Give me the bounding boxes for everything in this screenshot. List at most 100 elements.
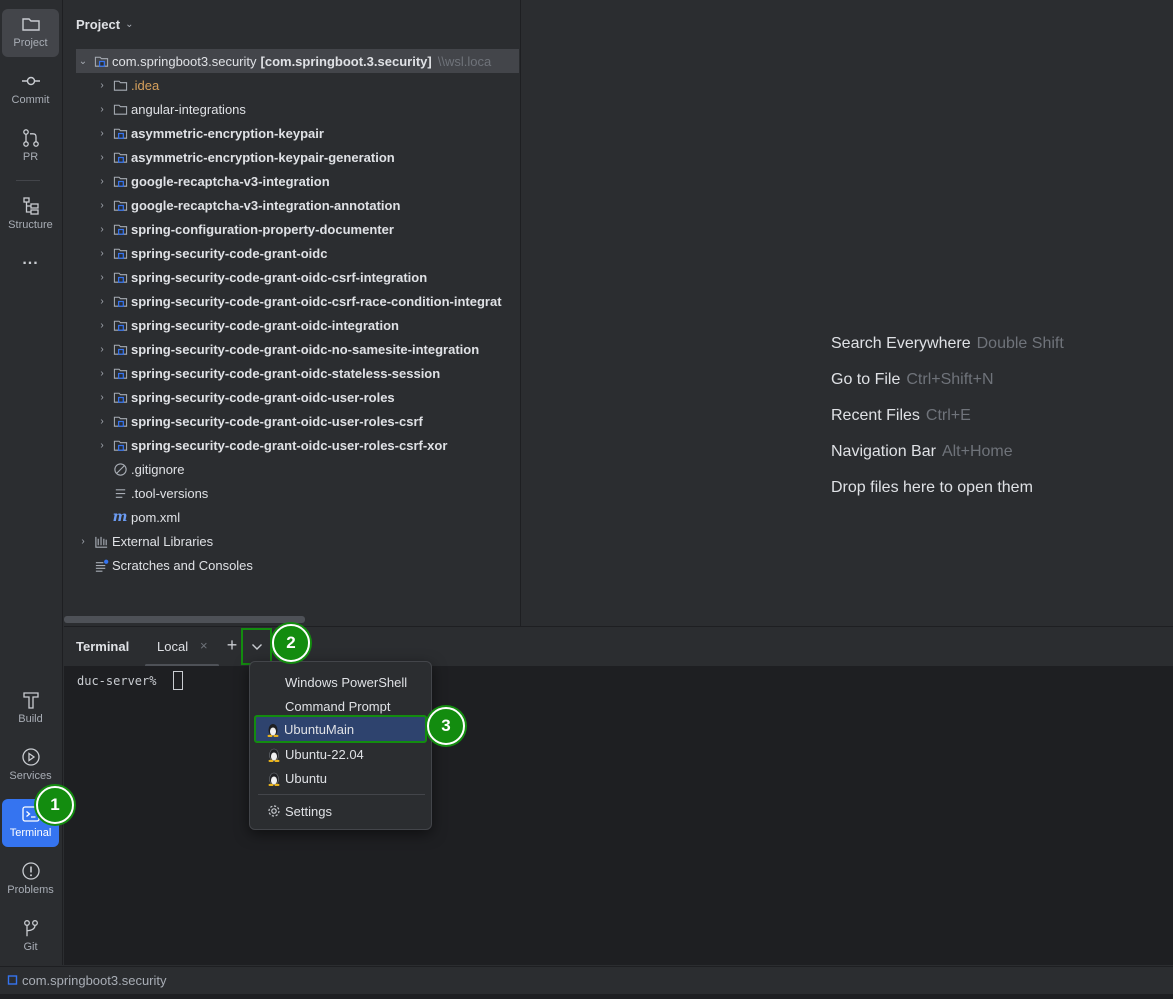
tree-item-label: spring-security-code-grant-oidc-user-rol… [131, 413, 423, 429]
project-panel-title: Project [76, 16, 121, 32]
tree-item-module[interactable]: › spring-security-code-grant-oidc-user-r… [76, 409, 519, 433]
horizontal-scrollbar[interactable] [64, 616, 305, 623]
gear-icon [263, 804, 285, 818]
chevron-right-icon[interactable]: › [95, 80, 109, 91]
hint-shortcut: Double Shift [976, 335, 1064, 352]
menu-item-label: Windows PowerShell [285, 674, 408, 690]
module-folder-icon [93, 53, 109, 69]
tree-item-external-libraries[interactable]: › External Libraries [76, 529, 519, 553]
tree-item-module[interactable]: › spring-security-code-grant-oidc-csrf-r… [76, 289, 519, 313]
chevron-down-icon[interactable]: ⌄ [76, 56, 90, 67]
tree-item-module[interactable]: › google-recaptcha-v3-integration-annota… [76, 193, 519, 217]
module-folder-icon [112, 149, 128, 165]
hint-drop-files: Drop files here to open them [831, 479, 1033, 497]
hint-navigation-bar: Navigation Bar Alt+Home [831, 443, 1013, 461]
chevron-right-icon[interactable]: › [95, 176, 109, 187]
tree-root-path: \\wsl.loca [437, 53, 492, 69]
structure-icon [22, 197, 39, 215]
chevron-right-icon[interactable]: › [95, 296, 109, 307]
more-tools-button[interactable]: ... [2, 250, 59, 276]
tree-item-label: Scratches and Consoles [112, 557, 253, 573]
terminal-title: Terminal [76, 639, 130, 654]
tool-commit-button[interactable]: Commit [2, 66, 59, 114]
tool-pr-button[interactable]: PR [2, 123, 59, 171]
hint-search-everywhere: Search Everywhere Double Shift [831, 335, 1064, 353]
tool-services-label: Services [9, 770, 52, 782]
chevron-right-icon[interactable]: › [95, 272, 109, 283]
chevron-right-icon[interactable]: › [95, 200, 109, 211]
tool-problems-button[interactable]: Problems [2, 856, 59, 904]
tree-item-label: .idea [131, 77, 160, 93]
tree-item-module[interactable]: › spring-security-code-grant-oidc-user-r… [76, 433, 519, 457]
tree-item-label: spring-security-code-grant-oidc-stateles… [131, 365, 441, 381]
tree-item-gitignore[interactable]: .gitignore [76, 457, 519, 481]
tool-build-button[interactable]: Build [2, 685, 59, 733]
chevron-right-icon[interactable]: › [95, 320, 109, 331]
tool-structure-button[interactable]: Structure [2, 191, 59, 239]
tree-item-label: .gitignore [131, 461, 185, 477]
menu-item-ubuntu[interactable]: Ubuntu [256, 766, 425, 790]
hint-action: Search Everywhere [831, 335, 971, 352]
maven-icon: m [112, 509, 128, 525]
project-panel: Project ⌄ ⌄ com.springboot3.security [co… [64, 0, 519, 626]
chevron-right-icon[interactable]: › [95, 392, 109, 403]
project-panel-header[interactable]: Project ⌄ [64, 0, 519, 48]
tree-item-module[interactable]: › asymmetric-encryption-keypair-generati… [76, 145, 519, 169]
hint-shortcut: Ctrl+E [925, 407, 971, 424]
tree-item-module[interactable]: › spring-security-code-grant-oidc-statel… [76, 361, 519, 385]
chevron-right-icon[interactable]: › [95, 224, 109, 235]
menu-item-windows-powershell[interactable]: Windows PowerShell [256, 670, 425, 694]
linux-icon [262, 722, 284, 737]
chevron-right-icon[interactable]: › [95, 368, 109, 379]
tab-local[interactable]: Local × [145, 627, 219, 667]
terminal-console[interactable]: duc-server% [64, 666, 1173, 965]
terminal-options-dropdown-button[interactable] [241, 628, 272, 665]
hint-action: Navigation Bar [831, 443, 936, 460]
tree-item-scratches[interactable]: Scratches and Consoles [76, 553, 519, 577]
tree-item-pom[interactable]: m pom.xml [76, 505, 519, 529]
module-folder-icon [112, 197, 128, 213]
tree-item-tool-versions[interactable]: .tool-versions [76, 481, 519, 505]
tree-item-module[interactable]: › spring-security-code-grant-oidc [76, 241, 519, 265]
tree-item-module[interactable]: › spring-configuration-property-document… [76, 217, 519, 241]
chevron-right-icon[interactable]: › [95, 440, 109, 451]
tree-root-row[interactable]: ⌄ com.springboot3.security [com.springbo… [76, 49, 519, 73]
chevron-right-icon[interactable]: › [95, 248, 109, 259]
hint-action: Go to File [831, 371, 901, 388]
menu-item-settings[interactable]: Settings [256, 799, 425, 823]
tool-git-button[interactable]: Git [2, 913, 59, 961]
tree-item-idea[interactable]: › .idea [76, 73, 519, 97]
editor-area: Search Everywhere Double Shift Go to File… [520, 0, 1173, 626]
tree-item-module[interactable]: › spring-security-code-grant-oidc-no-sam… [76, 337, 519, 361]
close-icon[interactable]: × [200, 638, 208, 653]
tree-item-label: spring-security-code-grant-oidc-user-rol… [131, 389, 395, 405]
menu-item-ubuntu-22-04[interactable]: Ubuntu-22.04 [256, 742, 425, 766]
hint-go-to-file: Go to File Ctrl+Shift+N [831, 371, 994, 389]
problems-icon [21, 862, 40, 880]
hint-action: Drop files here to open them [831, 479, 1033, 496]
tree-item-module[interactable]: › spring-security-code-grant-oidc-integr… [76, 313, 519, 337]
plus-icon: + [226, 635, 238, 655]
chevron-right-icon[interactable]: › [95, 152, 109, 163]
tree-item-module[interactable]: › spring-security-code-grant-oidc-csrf-i… [76, 265, 519, 289]
chevron-right-icon[interactable]: › [95, 104, 109, 115]
tool-services-button[interactable]: Services [2, 742, 59, 790]
tree-item-angular-integrations[interactable]: › angular-integrations [76, 97, 519, 121]
module-folder-icon [112, 365, 128, 381]
tool-project-button[interactable]: Project [2, 9, 59, 57]
tree-item-label: google-recaptcha-v3-integration [131, 173, 330, 189]
module-folder-icon [112, 437, 128, 453]
tree-item-label: spring-security-code-grant-oidc-integrat… [131, 317, 399, 333]
services-icon [21, 748, 40, 766]
chevron-right-icon[interactable]: › [95, 344, 109, 355]
tree-item-module[interactable]: › asymmetric-encryption-keypair [76, 121, 519, 145]
chevron-right-icon[interactable]: › [95, 416, 109, 427]
status-project-name[interactable]: com.springboot3.security [22, 973, 167, 988]
tree-item-module[interactable]: › spring-security-code-grant-oidc-user-r… [76, 385, 519, 409]
chevron-right-icon[interactable]: › [95, 128, 109, 139]
tree-item-module[interactable]: › google-recaptcha-v3-integration [76, 169, 519, 193]
tree-item-label: .tool-versions [131, 485, 209, 501]
chevron-right-icon[interactable]: › [76, 536, 90, 547]
new-tab-button[interactable]: + [222, 635, 242, 657]
menu-item-ubuntumain[interactable]: UbuntuMain [254, 715, 427, 743]
